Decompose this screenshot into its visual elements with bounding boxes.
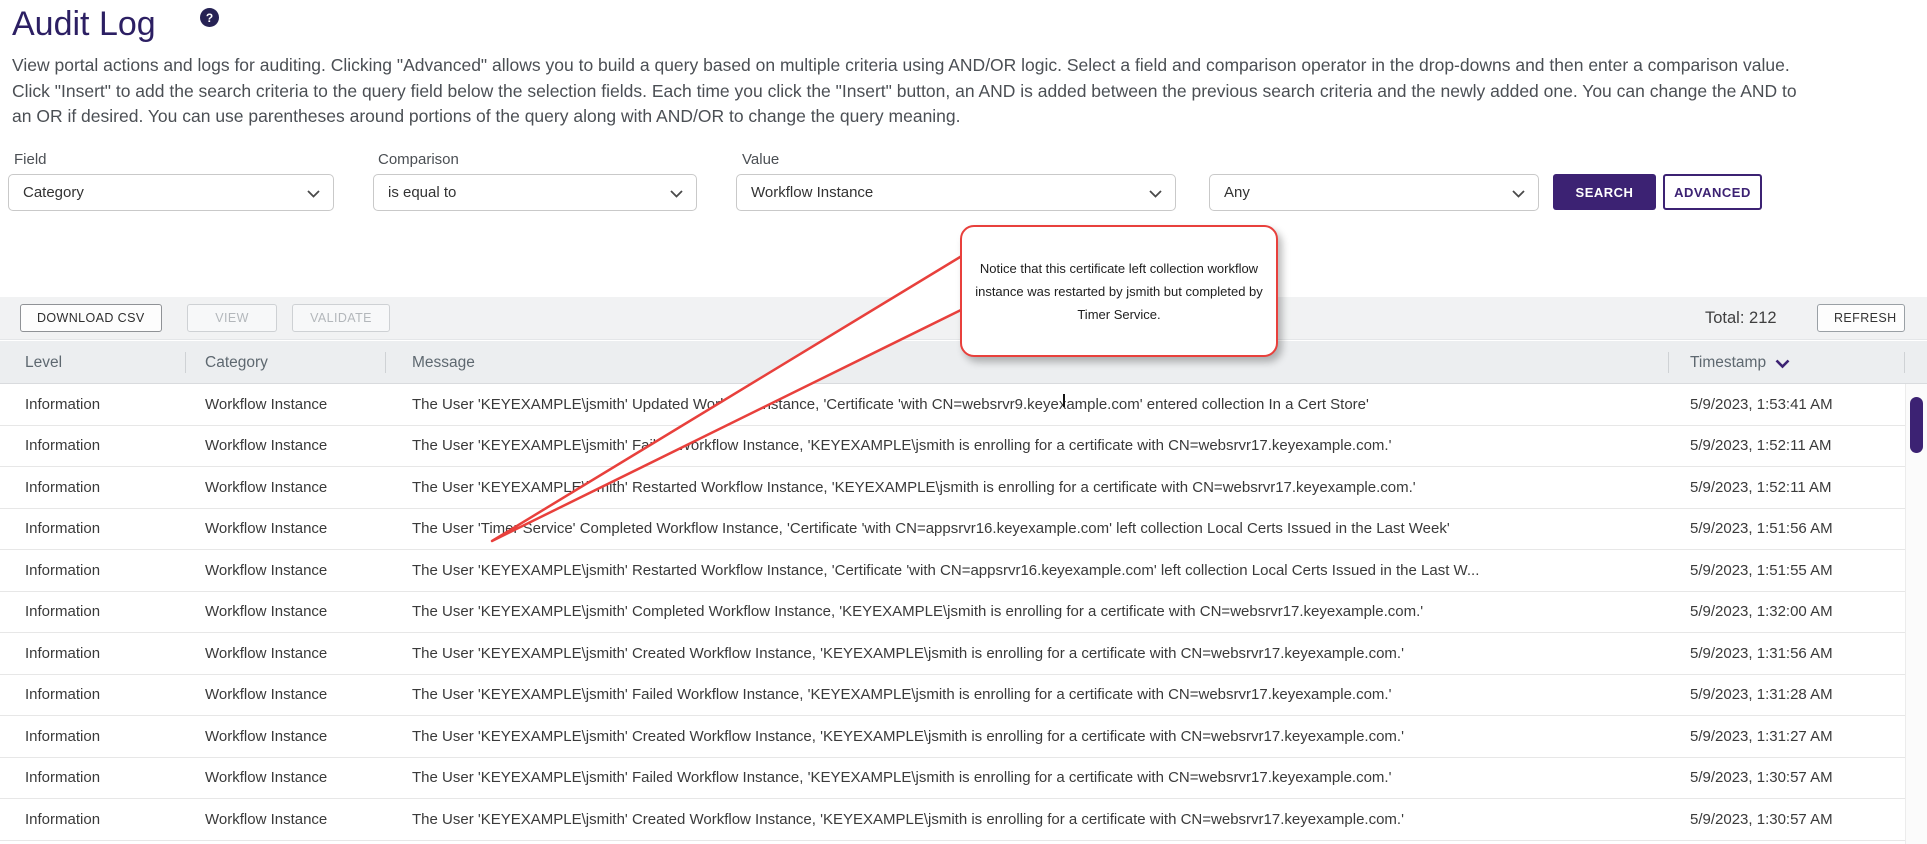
column-separator xyxy=(1904,352,1905,373)
message-cell: The User 'Timer Service' Completed Workf… xyxy=(385,520,1668,537)
scrollbar-thumb[interactable] xyxy=(1910,397,1923,453)
table-row[interactable]: Information Workflow Instance The User '… xyxy=(0,426,1905,468)
advanced-button[interactable]: ADVANCED xyxy=(1663,174,1762,210)
timestamp-cell: 5/9/2023, 1:30:57 AM xyxy=(1668,769,1905,786)
field-select-value: Category xyxy=(23,184,84,201)
column-separator xyxy=(1668,352,1669,373)
table-row[interactable]: Information Workflow Instance The User '… xyxy=(0,799,1905,841)
level-cell: Information xyxy=(0,645,185,662)
sort-descending-icon xyxy=(1775,359,1790,369)
help-icon[interactable]: ? xyxy=(200,8,219,27)
category-cell: Workflow Instance xyxy=(185,645,385,662)
vertical-scrollbar[interactable] xyxy=(1905,384,1927,844)
message-cell: The User 'KEYEXAMPLE\jsmith' Updated Wor… xyxy=(385,396,1668,413)
chevron-down-icon xyxy=(1512,190,1525,198)
timestamp-cell: 5/9/2023, 1:31:28 AM xyxy=(1668,686,1905,703)
annotation-callout: Notice that this certificate left collec… xyxy=(960,225,1278,357)
table-row[interactable]: Information Workflow Instance The User '… xyxy=(0,467,1905,509)
audit-log-grid: DOWNLOAD CSV VIEW VALIDATE Total: 212 RE… xyxy=(0,297,1927,844)
level-cell: Information xyxy=(0,479,185,496)
sub-value-select[interactable]: Any xyxy=(1209,174,1539,211)
table-row[interactable]: Information Workflow Instance The User '… xyxy=(0,550,1905,592)
level-cell: Information xyxy=(0,520,185,537)
message-cell: The User 'KEYEXAMPLE\jsmith' Restarted W… xyxy=(385,562,1668,579)
level-cell: Information xyxy=(0,562,185,579)
message-cell: The User 'KEYEXAMPLE\jsmith' Created Wor… xyxy=(385,811,1668,828)
category-cell: Workflow Instance xyxy=(185,396,385,413)
page-description: View portal actions and logs for auditin… xyxy=(12,53,1812,130)
refresh-button[interactable]: REFRESH xyxy=(1817,304,1905,332)
field-select[interactable]: Category xyxy=(8,174,334,211)
category-cell: Workflow Instance xyxy=(185,728,385,745)
search-button[interactable]: SEARCH xyxy=(1553,174,1656,210)
column-header-level[interactable]: Level xyxy=(0,341,185,384)
category-cell: Workflow Instance xyxy=(185,520,385,537)
message-cell: The User 'KEYEXAMPLE\jsmith' Created Wor… xyxy=(385,728,1668,745)
timestamp-cell: 5/9/2023, 1:52:11 AM xyxy=(1668,437,1905,454)
chevron-down-icon xyxy=(670,190,683,198)
level-cell: Information xyxy=(0,769,185,786)
download-csv-button[interactable]: DOWNLOAD CSV xyxy=(20,304,162,332)
timestamp-cell: 5/9/2023, 1:30:57 AM xyxy=(1668,811,1905,828)
level-cell: Information xyxy=(0,728,185,745)
table-row[interactable]: Information Workflow Instance The User '… xyxy=(0,384,1905,426)
timestamp-cell: 5/9/2023, 1:51:55 AM xyxy=(1668,562,1905,579)
table-row[interactable]: Information Workflow Instance The User '… xyxy=(0,758,1905,800)
table-row[interactable]: Information Workflow Instance The User '… xyxy=(0,633,1905,675)
value-select-value: Workflow Instance xyxy=(751,184,873,201)
table-row[interactable]: Information Workflow Instance The User '… xyxy=(0,675,1905,717)
timestamp-cell: 5/9/2023, 1:53:41 AM xyxy=(1668,396,1905,413)
level-cell: Information xyxy=(0,686,185,703)
message-cell: The User 'KEYEXAMPLE\jsmith' Failed Work… xyxy=(385,686,1668,703)
total-count: Total: 212 xyxy=(1705,309,1777,328)
sub-value-select-value: Any xyxy=(1224,184,1250,201)
timestamp-cell: 5/9/2023, 1:31:27 AM xyxy=(1668,728,1905,745)
view-button[interactable]: VIEW xyxy=(187,304,277,332)
timestamp-cell: 5/9/2023, 1:51:56 AM xyxy=(1668,520,1905,537)
level-cell: Information xyxy=(0,811,185,828)
table-body: Information Workflow Instance The User '… xyxy=(0,384,1905,841)
category-cell: Workflow Instance xyxy=(185,437,385,454)
table-row[interactable]: Information Workflow Instance The User '… xyxy=(0,592,1905,634)
annotation-text: Notice that this certificate left collec… xyxy=(971,257,1267,326)
comparison-select[interactable]: is equal to xyxy=(373,174,697,211)
timestamp-cell: 5/9/2023, 1:32:00 AM xyxy=(1668,603,1905,620)
category-cell: Workflow Instance xyxy=(185,686,385,703)
table-row[interactable]: Information Workflow Instance The User '… xyxy=(0,509,1905,551)
message-cell: The User 'KEYEXAMPLE\jsmith' Created Wor… xyxy=(385,645,1668,662)
category-cell: Workflow Instance xyxy=(185,603,385,620)
value-select[interactable]: Workflow Instance xyxy=(736,174,1176,211)
field-label: Field xyxy=(14,151,47,168)
message-cell: The User 'KEYEXAMPLE\jsmith' Restarted W… xyxy=(385,479,1668,496)
value-label: Value xyxy=(742,151,779,168)
text-cursor-artifact xyxy=(1063,394,1065,407)
comparison-label: Comparison xyxy=(378,151,459,168)
column-separator xyxy=(185,352,186,373)
category-cell: Workflow Instance xyxy=(185,811,385,828)
level-cell: Information xyxy=(0,437,185,454)
validate-button[interactable]: VALIDATE xyxy=(292,304,390,332)
page-title: Audit Log xyxy=(12,5,156,44)
level-cell: Information xyxy=(0,396,185,413)
chevron-down-icon xyxy=(307,190,320,198)
message-cell: The User 'KEYEXAMPLE\jsmith' Failed Work… xyxy=(385,437,1668,454)
level-cell: Information xyxy=(0,603,185,620)
column-header-category[interactable]: Category xyxy=(185,341,385,384)
category-cell: Workflow Instance xyxy=(185,479,385,496)
category-cell: Workflow Instance xyxy=(185,562,385,579)
chevron-down-icon xyxy=(1149,190,1162,198)
table-row[interactable]: Information Workflow Instance The User '… xyxy=(0,716,1905,758)
timestamp-cell: 5/9/2023, 1:52:11 AM xyxy=(1668,479,1905,496)
message-cell: The User 'KEYEXAMPLE\jsmith' Failed Work… xyxy=(385,769,1668,786)
column-header-timestamp[interactable]: Timestamp xyxy=(1668,341,1905,384)
category-cell: Workflow Instance xyxy=(185,769,385,786)
comparison-select-value: is equal to xyxy=(388,184,456,201)
timestamp-cell: 5/9/2023, 1:31:56 AM xyxy=(1668,645,1905,662)
message-cell: The User 'KEYEXAMPLE\jsmith' Completed W… xyxy=(385,603,1668,620)
column-separator xyxy=(385,352,386,373)
